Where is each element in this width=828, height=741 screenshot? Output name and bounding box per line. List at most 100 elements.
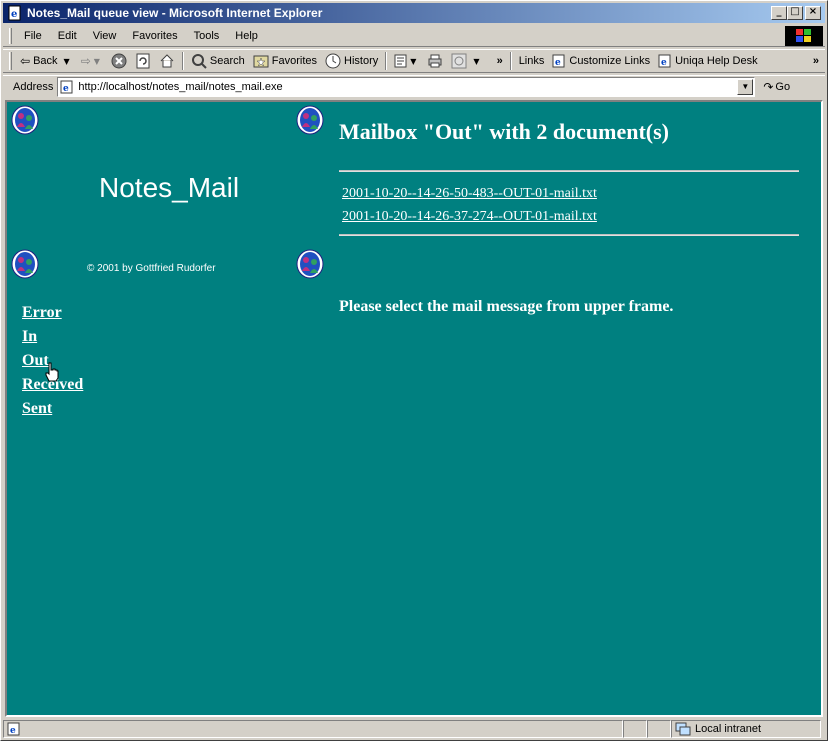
hand-cursor-icon (45, 362, 59, 382)
menu-edit[interactable]: Edit (50, 30, 85, 42)
go-button[interactable]: ↷ Go (763, 80, 790, 94)
link-label: Customize Links (569, 55, 651, 67)
notes-mail-logo-icon (11, 249, 39, 279)
refresh-button[interactable] (131, 50, 155, 72)
ie-page-icon: e (552, 54, 565, 68)
chevron-down-icon: ▼ (93, 56, 100, 66)
go-arrow-icon: ↷ (763, 79, 774, 94)
home-button[interactable] (155, 50, 179, 72)
status-bar: e Local intranet (3, 719, 825, 739)
refresh-icon (136, 53, 150, 69)
chevron-down-icon: ▼ (410, 56, 417, 66)
toolbar-separator (509, 52, 512, 70)
status-zone-pane: Local intranet (671, 720, 821, 738)
link-label: Uniqa Help Desk (675, 55, 758, 67)
menu-help[interactable]: Help (227, 30, 266, 42)
menu-favorites[interactable]: Favorites (124, 30, 185, 42)
menu-view[interactable]: View (85, 30, 125, 42)
menu-file[interactable]: File (16, 30, 50, 42)
title-bar[interactable]: e Notes_Mail queue view - Microsoft Inte… (3, 3, 825, 23)
chevron-down-icon: ▼ (473, 56, 480, 66)
copyright-text: © 2001 by Gottfried Rudorfer (87, 263, 216, 274)
search-button[interactable]: Search (187, 50, 249, 72)
toolbar-grip (9, 52, 12, 70)
ie-page-icon: e (60, 80, 73, 94)
svg-text:e: e (63, 84, 69, 94)
favorites-button[interactable]: Favorites (249, 50, 321, 72)
divider (339, 170, 799, 172)
svg-text:e: e (10, 726, 16, 736)
chevron-down-icon[interactable]: ▼ (64, 57, 70, 66)
minimize-button[interactable]: _ (771, 6, 787, 20)
address-input[interactable]: e http://localhost/notes_mail/notes_mail… (57, 76, 756, 97)
stop-icon (111, 53, 127, 69)
document-link[interactable]: 2001-10-20--14-26-50-483--OUT-01-mail.tx… (342, 182, 597, 205)
forward-button[interactable]: ⇨ ▼ (77, 50, 107, 72)
mail-icon (394, 54, 407, 68)
maximize-button[interactable]: □ (787, 6, 803, 20)
ie-page-icon: e (8, 5, 21, 21)
document-list: 2001-10-20--14-26-50-483--OUT-01-mail.tx… (342, 182, 597, 228)
page-viewport: Notes_Mail © 2001 by Gottfried Rudorfer … (5, 100, 823, 717)
forward-arrow-icon: ⇨ (80, 54, 91, 68)
stop-button[interactable] (107, 50, 131, 72)
mailbox-nav: Error In Out Received Sent (22, 301, 83, 421)
history-label: History (344, 55, 379, 67)
menu-bar: File Edit View Favorites Tools Help (3, 25, 825, 47)
toolbar-overflow-chevron[interactable]: » (493, 50, 507, 72)
search-label: Search (209, 55, 245, 67)
print-icon (428, 54, 442, 68)
zone-label: Local intranet (695, 723, 762, 735)
search-icon (191, 54, 207, 69)
toolbar-grip (9, 27, 12, 44)
back-button[interactable]: ⇦ Back ▼ (16, 50, 77, 72)
mail-button[interactable]: ▼ (390, 50, 423, 72)
back-arrow-icon: ⇦ (20, 54, 31, 68)
address-dropdown-button[interactable]: ▼ (737, 78, 754, 95)
history-button[interactable]: History (321, 50, 382, 72)
notes-mail-logo-icon (296, 105, 324, 135)
browser-window: e Notes_Mail queue view - Microsoft Inte… (0, 0, 828, 741)
toolbar-separator (385, 52, 388, 70)
svg-text:e: e (11, 9, 17, 20)
svg-text:e: e (661, 58, 667, 68)
status-pane (647, 720, 671, 738)
standard-toolbar: ⇦ Back ▼ ⇨ ▼ Search Favorites History ▼ … (3, 49, 825, 73)
address-label: Address (13, 80, 54, 93)
history-clock-icon (325, 53, 341, 69)
notes-mail-logo-icon (11, 105, 39, 135)
nav-link-in[interactable]: In (22, 325, 83, 349)
ie-page-icon: e (7, 722, 20, 736)
svg-text:e: e (555, 58, 561, 68)
address-url: http://localhost/notes_mail/notes_mail.e… (78, 80, 283, 93)
edit-icon (451, 53, 467, 69)
links-label[interactable]: Links (515, 50, 549, 72)
status-main-pane: e (3, 720, 623, 738)
notes-mail-logo-icon (296, 249, 324, 279)
print-button[interactable] (423, 50, 447, 72)
windows-logo-icon (785, 26, 823, 46)
status-pane (623, 720, 647, 738)
select-message-prompt: Please select the mail message from uppe… (339, 298, 674, 315)
document-link[interactable]: 2001-10-20--14-26-37-274--OUT-01-mail.tx… (342, 205, 597, 228)
back-label: Back (33, 55, 58, 67)
favorites-star-icon (253, 55, 269, 68)
favorites-label: Favorites (271, 55, 318, 67)
mailbox-heading: Mailbox "Out" with 2 document(s) (339, 119, 669, 144)
nav-link-error[interactable]: Error (22, 301, 83, 325)
toolbar-separator (181, 52, 184, 70)
local-intranet-icon (675, 722, 691, 736)
nav-link-sent[interactable]: Sent (22, 397, 83, 421)
menu-tools[interactable]: Tools (186, 30, 228, 42)
links-overflow-chevron[interactable]: » (809, 50, 823, 72)
app-title: Notes_Mail (99, 172, 240, 203)
address-bar: Address e http://localhost/notes_mail/no… (3, 75, 825, 97)
link-uniqa-help-desk[interactable]: e Uniqa Help Desk (654, 50, 762, 72)
ie-page-icon: e (658, 54, 671, 68)
home-icon (160, 54, 174, 68)
divider (339, 234, 799, 236)
link-customize-links[interactable]: e Customize Links (548, 50, 654, 72)
edit-button[interactable]: ▼ (447, 50, 486, 72)
close-button[interactable]: × (805, 6, 821, 20)
window-title: Notes_Mail queue view - Microsoft Intern… (27, 6, 323, 20)
